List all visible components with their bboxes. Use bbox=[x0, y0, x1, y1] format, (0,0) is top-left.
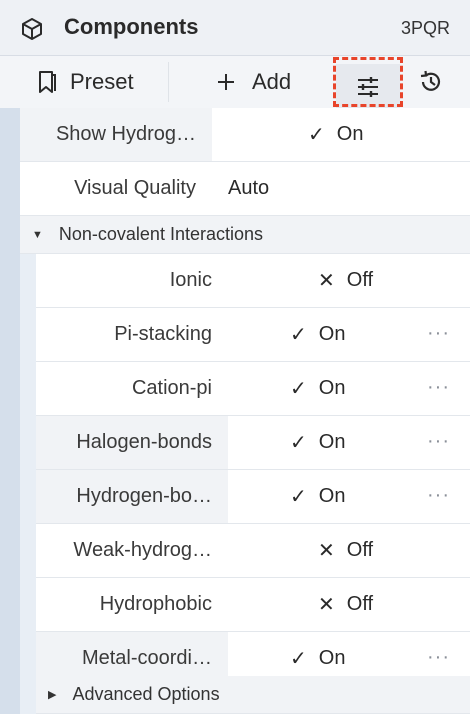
toggle-value[interactable]: ✕ Off bbox=[318, 524, 373, 577]
toggle-value[interactable]: ✓ On bbox=[308, 108, 363, 161]
check-icon: ✓ bbox=[290, 432, 307, 454]
interaction-row-ionic[interactable]: Ionic ✕ Off bbox=[36, 254, 470, 308]
preset-button[interactable]: Preset bbox=[36, 56, 134, 108]
toggle-text: On bbox=[318, 377, 346, 399]
toggle-value[interactable]: ✓ On bbox=[290, 308, 345, 361]
toggle-value[interactable]: ✓ On bbox=[290, 416, 345, 469]
controls-button[interactable] bbox=[336, 64, 400, 110]
toggle-value[interactable]: ✕ Off bbox=[318, 578, 373, 631]
history-button[interactable] bbox=[418, 56, 444, 108]
section-title: Non-covalent Interactions bbox=[58, 224, 263, 244]
option-label: Ionic bbox=[36, 254, 228, 307]
toggle-text: On bbox=[336, 123, 364, 145]
check-icon: ✓ bbox=[290, 324, 307, 346]
toggle-value[interactable]: ✓ On bbox=[290, 470, 345, 523]
interaction-row-halogen-bonds[interactable]: Halogen-bonds ✓ On ··· bbox=[36, 416, 470, 470]
plus-icon bbox=[218, 74, 234, 90]
toggle-text: Off bbox=[346, 539, 374, 561]
more-icon[interactable]: ··· bbox=[427, 430, 450, 453]
toolbar: Preset Add bbox=[0, 56, 470, 110]
sliders-icon bbox=[358, 77, 378, 97]
more-icon[interactable]: ··· bbox=[427, 322, 450, 345]
check-icon: ✓ bbox=[308, 124, 325, 146]
section-title: Advanced Options bbox=[72, 684, 220, 704]
option-label: Visual Quality bbox=[20, 162, 212, 215]
more-icon[interactable]: ··· bbox=[427, 484, 450, 507]
cube-icon bbox=[22, 18, 42, 40]
toggle-value[interactable]: ✓ On bbox=[290, 362, 345, 415]
cross-icon: ✕ bbox=[318, 270, 335, 292]
interaction-row-weak-hydrogen[interactable]: Weak-hydrog… ✕ Off bbox=[36, 524, 470, 578]
add-label: Add bbox=[252, 69, 292, 94]
toggle-text: On bbox=[318, 431, 346, 453]
option-row-visual-quality[interactable]: Visual Quality Auto bbox=[20, 162, 470, 216]
check-icon: ✓ bbox=[290, 486, 307, 508]
add-button[interactable]: Add bbox=[216, 56, 291, 108]
option-row-show-hydrogens[interactable]: Show Hydrog… ✓ On bbox=[20, 108, 470, 162]
caret-down-icon: ▼ bbox=[32, 228, 43, 241]
caret-right-icon: ▶ bbox=[48, 689, 57, 701]
interaction-row-cation-pi[interactable]: Cation-pi ✓ On ··· bbox=[36, 362, 470, 416]
check-icon: ✓ bbox=[290, 378, 307, 400]
check-icon: ✓ bbox=[290, 648, 307, 670]
interaction-row-pi-stacking[interactable]: Pi-stacking ✓ On ··· bbox=[36, 308, 470, 362]
option-label: Pi-stacking bbox=[36, 308, 228, 361]
toggle-text: Off bbox=[346, 593, 374, 615]
option-label: Show Hydrog… bbox=[20, 108, 212, 161]
panel-title: Components bbox=[64, 14, 199, 39]
preset-label: Preset bbox=[70, 69, 134, 94]
interaction-row-hydrophobic[interactable]: Hydrophobic ✕ Off bbox=[36, 578, 470, 632]
structure-id: 3PQR bbox=[400, 18, 450, 38]
more-icon[interactable]: ··· bbox=[427, 646, 450, 669]
toggle-text: Off bbox=[346, 269, 374, 291]
toggle-text: On bbox=[318, 323, 346, 345]
toggle-text: On bbox=[318, 647, 346, 669]
interaction-row-hydrogen-bonds[interactable]: Hydrogen-bo… ✓ On ··· bbox=[36, 470, 470, 524]
cross-icon: ✕ bbox=[318, 540, 335, 562]
option-label: Halogen-bonds bbox=[36, 416, 228, 469]
toolbar-divider bbox=[168, 62, 169, 102]
select-value[interactable]: Auto bbox=[228, 162, 269, 215]
history-icon bbox=[420, 70, 441, 91]
sidebar-indent-bar bbox=[0, 108, 20, 714]
option-label: Cation-pi bbox=[36, 362, 228, 415]
more-icon[interactable]: ··· bbox=[427, 376, 450, 399]
toggle-value[interactable]: ✕ Off bbox=[318, 254, 373, 307]
section-advanced-options[interactable]: ▶ Advanced Options bbox=[36, 676, 470, 714]
sub-indent-bar bbox=[20, 254, 36, 714]
section-noncovalent[interactable]: ▼ Non-covalent Interactions bbox=[20, 216, 470, 254]
panel-header: Components 3PQR bbox=[0, 0, 470, 56]
option-label: Weak-hydrog… bbox=[36, 524, 228, 577]
bookmark-icon bbox=[39, 71, 56, 93]
cross-icon: ✕ bbox=[318, 594, 335, 616]
option-label: Hydrogen-bo… bbox=[36, 470, 228, 523]
option-label: Hydrophobic bbox=[36, 578, 228, 631]
toggle-text: On bbox=[318, 485, 346, 507]
